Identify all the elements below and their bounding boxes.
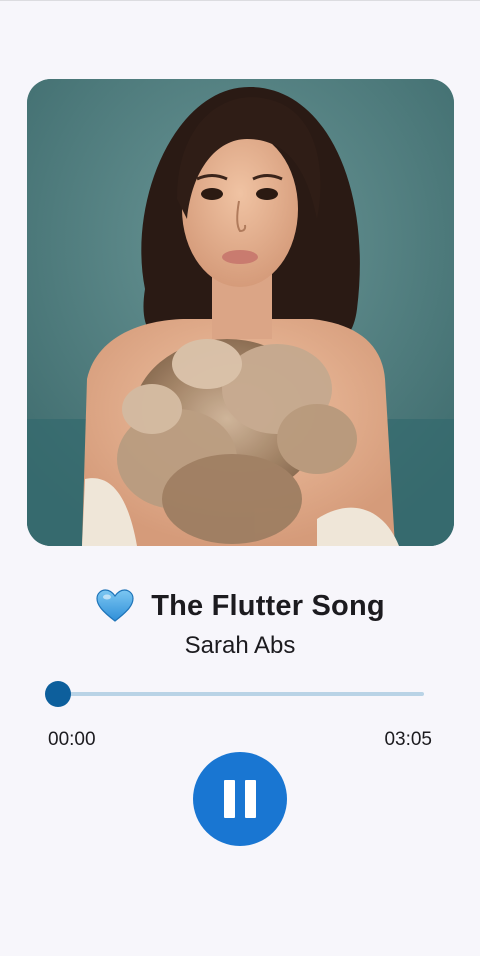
progress-slider[interactable] xyxy=(45,680,424,708)
song-title: The Flutter Song xyxy=(151,589,385,622)
album-cover xyxy=(27,79,454,546)
play-pause-button[interactable] xyxy=(193,752,287,846)
artist-name: Sarah Abs xyxy=(184,632,296,659)
total-duration: 03:05 xyxy=(384,729,432,750)
current-time: 00:00 xyxy=(48,729,96,750)
slider-thumb[interactable] xyxy=(45,681,71,707)
album-art-image xyxy=(27,79,454,546)
song-title-row: The Flutter Song xyxy=(0,586,480,626)
pause-icon xyxy=(224,780,256,818)
blue-heart-icon[interactable] xyxy=(95,586,135,626)
status-divider xyxy=(0,0,480,1)
slider-track xyxy=(58,692,424,696)
